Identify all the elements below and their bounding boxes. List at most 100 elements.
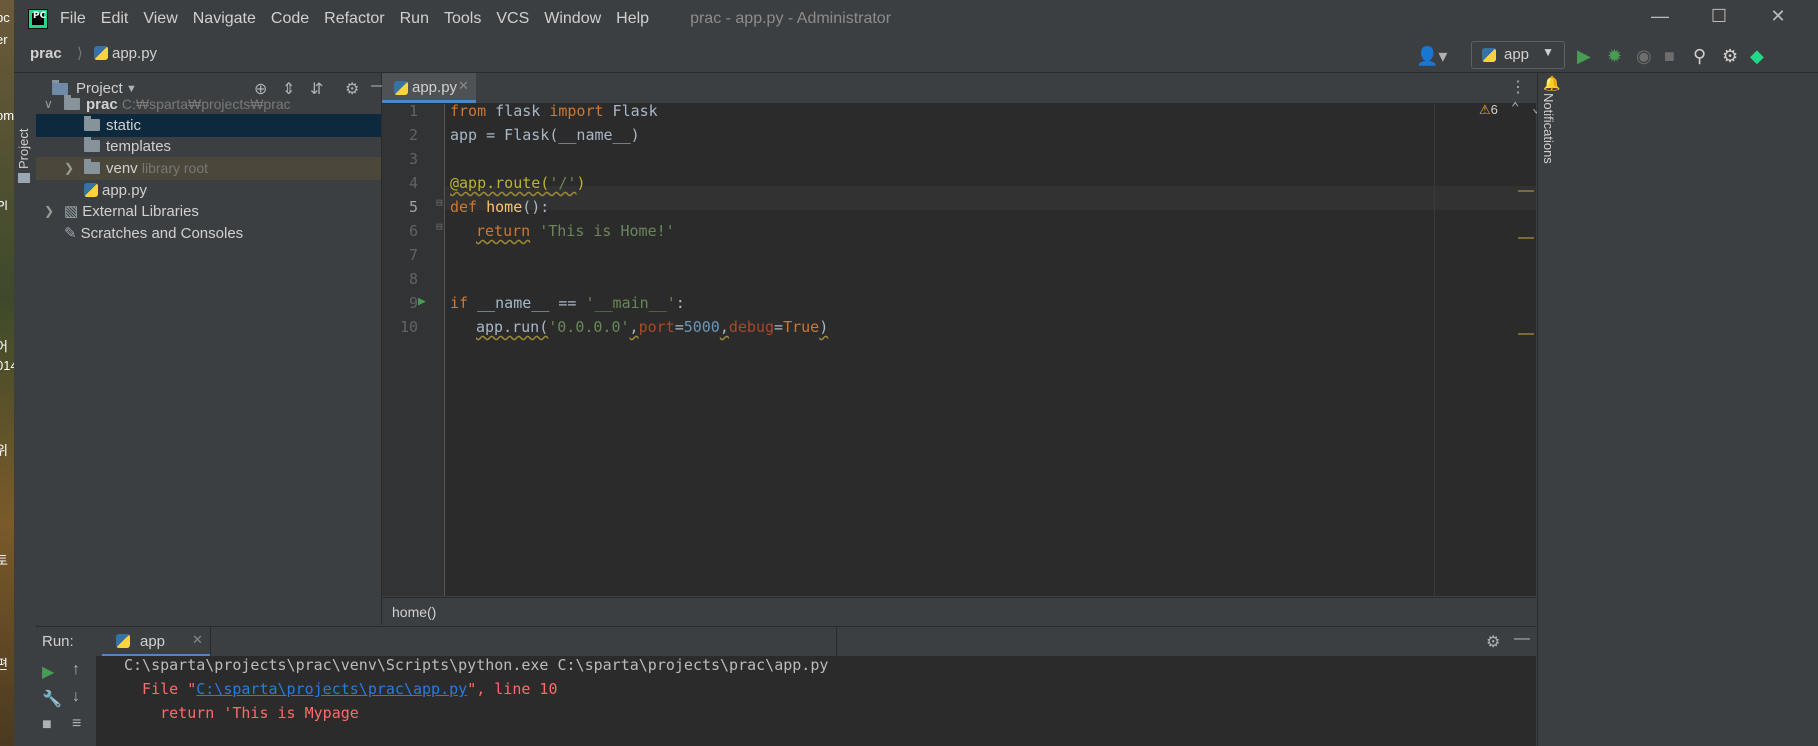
chevron-right-icon[interactable]: ❯	[44, 200, 54, 223]
fold-icon[interactable]: ⊟	[436, 196, 443, 209]
gear-icon[interactable]: ⚙	[1722, 46, 1738, 67]
desktop-text: er	[0, 32, 8, 47]
tree-item-app-py[interactable]: app.py	[36, 179, 381, 202]
menu-tools[interactable]: Tools	[444, 10, 481, 28]
editor-breadcrumb: home()	[382, 597, 1536, 626]
code-line-9: if __name__ == '__main__':	[450, 294, 685, 312]
stop-icon[interactable]: ■	[42, 716, 52, 734]
python-file-icon	[84, 183, 98, 197]
tree-item-scratches[interactable]: ✎ Scratches and Consoles	[36, 222, 381, 245]
gear-icon[interactable]: ⚙	[1486, 632, 1500, 652]
breadcrumb-file[interactable]: app.py	[94, 45, 157, 62]
desktop-text: Pl	[0, 198, 8, 213]
run-console[interactable]: C:\sparta\projects\prac\venv\Scripts\pyt…	[97, 656, 1536, 746]
maximize-button[interactable]: ☐	[1699, 6, 1739, 27]
line-number: 2	[408, 126, 418, 144]
project-panel: Project ▼ ⊕ ⇕ ⇵ ⚙ — ∨ prac C:₩sparta₩pro…	[36, 73, 387, 625]
tree-item-label: Scratches and Consoles	[80, 225, 244, 242]
rerun-icon[interactable]: ▶	[42, 662, 54, 682]
tree-item-external-libraries[interactable]: ❯ ▧ External Libraries	[36, 200, 381, 223]
warnings-indicator[interactable]: ⚠6	[1479, 102, 1498, 118]
line-number: 9	[408, 294, 418, 312]
project-tool-button[interactable]: Project	[16, 129, 31, 169]
notifications-tool-button[interactable]: Notifications	[1541, 93, 1556, 164]
debug-icon[interactable]: ✹	[1607, 46, 1622, 67]
tree-item-static[interactable]: static	[36, 114, 381, 137]
chevron-right-icon[interactable]: ❯	[64, 157, 74, 180]
run-gutter-icon[interactable]: ▶	[418, 294, 426, 309]
chevron-up-icon[interactable]: ⌃	[1511, 100, 1519, 116]
tab-app-py[interactable]: app.py ✕	[382, 73, 476, 103]
search-icon[interactable]: ⚲	[1693, 46, 1706, 67]
left-tool-stripe: Project	[14, 73, 37, 746]
scratches-icon: ✎	[64, 225, 77, 242]
arrow-down-icon[interactable]: ↓	[72, 688, 80, 706]
warning-icon: ⚠	[1479, 102, 1491, 117]
menu-bar: PC File Edit View Navigate Code Refactor…	[14, 0, 1818, 38]
close-icon[interactable]: ✕	[458, 78, 469, 94]
tree-item-label: External Libraries	[82, 203, 199, 220]
menu-refactor[interactable]: Refactor	[324, 10, 384, 28]
minimize-button[interactable]: —	[1640, 6, 1680, 27]
tree-item-label: templates	[106, 138, 172, 155]
tree-item-venv[interactable]: ❯ venv library root	[36, 157, 381, 180]
menu-code[interactable]: Code	[271, 10, 309, 28]
notification-bell-icon[interactable]: 🔔	[1543, 75, 1560, 92]
run-label: Run:	[42, 633, 74, 650]
python-file-icon	[394, 81, 408, 95]
run-tab-app[interactable]: app ✕	[102, 627, 210, 657]
pycharm-logo-icon: PC	[28, 9, 48, 29]
current-line-highlight	[445, 186, 1536, 210]
folder-icon	[84, 137, 100, 152]
line-number: 4	[408, 174, 418, 192]
tab-label: app.py	[412, 79, 458, 96]
error-stripe-mark[interactable]	[1518, 190, 1534, 192]
menu-window[interactable]: Window	[544, 10, 601, 28]
close-button[interactable]: ✕	[1758, 6, 1798, 27]
stop-icon[interactable]: ■	[1664, 46, 1675, 67]
jetbrains-icon[interactable]: ◆	[1750, 46, 1764, 67]
menu-help[interactable]: Help	[616, 10, 649, 28]
desktop-text: 위	[0, 443, 8, 458]
menu-edit[interactable]: Edit	[101, 10, 129, 28]
console-file-link[interactable]: C:\sparta\projects\prac\app.py	[196, 680, 467, 698]
run-config-select[interactable]: app ▼	[1471, 41, 1565, 69]
code-line-10: app.run('0.0.0.0',port=5000,debug=True)	[476, 318, 829, 336]
breadcrumb-separator: ⟩	[77, 45, 83, 62]
coverage-icon[interactable]: ◉	[1636, 46, 1652, 67]
error-stripe-mark[interactable]	[1518, 333, 1534, 335]
wrench-icon[interactable]: 🔧	[42, 689, 62, 709]
menu-view[interactable]: View	[143, 10, 177, 28]
menu-run[interactable]: Run	[400, 10, 429, 28]
breadcrumb-project[interactable]: prac	[30, 45, 62, 62]
tree-item-templates[interactable]: templates	[36, 135, 381, 158]
code-editor[interactable]: 1 2 3 4 5 6 7 8 9 10 ▶ ⊟ ⊟ from flask im…	[382, 100, 1540, 596]
desktop-background: bc er om Pl 어 014 위 토 편	[0, 0, 14, 746]
line-number: 5	[408, 198, 418, 216]
fold-icon[interactable]: ⊟	[436, 220, 443, 233]
error-stripe-mark[interactable]	[1518, 237, 1534, 239]
menu-vcs[interactable]: VCS	[496, 10, 529, 28]
soft-wrap-icon[interactable]: ≡	[72, 715, 81, 733]
python-file-icon	[94, 46, 108, 60]
navigation-bar: prac ⟩ app.py 👤▾ app ▼ ▶ ✹ ◉ ■ ⚲ ⚙ ◆	[14, 38, 1818, 73]
more-icon[interactable]: ⋮	[1510, 77, 1526, 97]
library-icon: ▧	[64, 203, 79, 220]
chevron-down-icon: ▼	[1542, 45, 1554, 59]
run-icon[interactable]: ▶	[1577, 46, 1591, 67]
close-icon[interactable]: ✕	[192, 632, 203, 648]
user-icon[interactable]: 👤▾	[1416, 46, 1447, 67]
hide-icon[interactable]: —	[1514, 630, 1530, 648]
breadcrumb-function[interactable]: home()	[392, 604, 436, 620]
arrow-up-icon[interactable]: ↑	[72, 661, 80, 679]
divider	[836, 627, 837, 657]
line-number: 3	[408, 150, 418, 168]
desktop-text: bc	[0, 10, 10, 25]
tree-root[interactable]: ∨ prac C:₩sparta₩projects₩prac	[36, 93, 381, 116]
chevron-down-icon[interactable]: ∨	[44, 93, 53, 116]
line-number: 1	[408, 102, 418, 120]
menu-file[interactable]: File	[60, 10, 86, 28]
tree-item-label: app.py	[102, 182, 148, 199]
editor-tabs: app.py ✕ ⋮	[382, 73, 1536, 104]
menu-navigate[interactable]: Navigate	[193, 10, 256, 28]
